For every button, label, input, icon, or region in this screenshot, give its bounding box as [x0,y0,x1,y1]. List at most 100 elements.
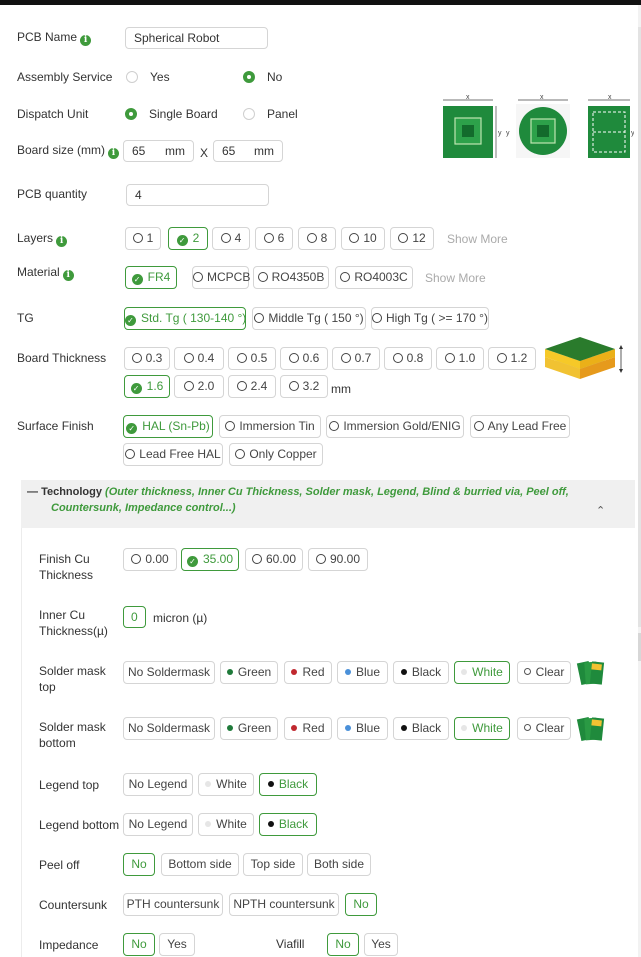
layers-option-8[interactable]: 8 [298,227,336,250]
finish-cu-option-60-00[interactable]: 60.00 [245,548,303,571]
tg-option-high-tg-170[interactable]: High Tg ( >= 170 °) [371,307,489,330]
inner-cu-label: Inner Cu Thickness(µ) [39,608,108,638]
assembly-yes-radio[interactable]: Yes [126,70,170,84]
option-label: White [216,817,247,831]
inner-cu-input[interactable]: 0 [123,606,146,628]
countersunk-option-npth-countersunk[interactable]: NPTH countersunk [229,893,339,916]
finish-option-immersion-tin[interactable]: Immersion Tin [219,415,321,438]
option-label: No [335,937,351,951]
assembly-no-radio[interactable]: No [243,70,282,84]
viafill-option-yes[interactable]: Yes [364,933,398,956]
thickness-option-2-0[interactable]: 2.0 [174,375,224,398]
finish-option-lead-free-hal[interactable]: Lead Free HAL [123,443,223,466]
tg-option-std-tg-130-140[interactable]: ✓ Std. Tg ( 130-140 °) [124,307,246,330]
mask-bottom-option-blue[interactable]: Blue [337,717,388,740]
finish-option-immersion-gold-enig[interactable]: Immersion Gold/ENIG [326,415,464,438]
legend-top-option-black[interactable]: Black [259,773,317,796]
layers-show-more[interactable]: Show More [447,232,508,246]
mask-top-option-clear[interactable]: Clear [517,661,571,684]
material-option-ro4003c[interactable]: RO4003C [335,266,413,289]
info-icon[interactable]: i [62,270,74,281]
legend-top-option-white[interactable]: White [198,773,254,796]
viafill-label: Viafill [276,937,305,951]
thickness-option-0-5[interactable]: 0.5 [228,347,276,370]
pcb-name-input[interactable]: Spherical Robot [125,27,268,49]
thickness-option-0-7[interactable]: 0.7 [332,347,380,370]
dispatch-panel-radio[interactable]: Panel [243,107,298,121]
viafill-option-no[interactable]: No [327,933,359,956]
mask-top-option-no-soldermask[interactable]: No Soldermask [123,661,215,684]
thickness-option-1-0[interactable]: 1.0 [436,347,484,370]
thickness-option-3-2[interactable]: 3.2 [280,375,328,398]
peel-option-top-side[interactable]: Top side [243,853,303,876]
legend-top-option-no-legend[interactable]: No Legend [123,773,193,796]
layers-option-12[interactable]: 12 [390,227,434,250]
quantity-label: PCB quantity [17,187,88,201]
countersunk-option-pth-countersunk[interactable]: PTH countersunk [123,893,223,916]
mask-bottom-option-black[interactable]: Black [393,717,449,740]
finish-cu-option-90-00[interactable]: 90.00 [308,548,368,571]
option-label: HAL (Sn-Pb) [142,419,210,433]
finish-option-only-copper[interactable]: Only Copper [229,443,323,466]
dispatch-single-radio[interactable]: Single Board [125,107,218,121]
option-label: No Soldermask [127,721,211,735]
technology-title[interactable]: — Technology (Outer thickness, Inner Cu … [27,484,611,516]
thickness-option-2-4[interactable]: 2.4 [228,375,276,398]
check-circle-icon: ✓ [186,556,198,567]
mask-top-option-red[interactable]: Red [284,661,332,684]
layers-option-6[interactable]: 6 [255,227,293,250]
peel-option-both-side[interactable]: Both side [307,853,371,876]
info-icon[interactable]: i [80,35,92,46]
legend-bottom-option-no-legend[interactable]: No Legend [123,813,193,836]
material-option-mcpcb[interactable]: MCPCB [192,266,250,289]
radio-circle-icon [132,233,143,243]
option-label: 2.4 [250,379,268,393]
mask-bottom-option-no-soldermask[interactable]: No Soldermask [123,717,215,740]
mask-bottom-option-green[interactable]: Green [220,717,278,740]
legend-bottom-option-white[interactable]: White [198,813,254,836]
legend-top-label: Legend top [39,778,100,792]
thickness-option-1-6[interactable]: ✓ 1.6 [124,375,170,398]
thickness-option-0-3[interactable]: 0.3 [124,347,170,370]
finish-cu-option-35-00[interactable]: ✓ 35.00 [181,548,239,571]
chevron-up-icon[interactable]: ⌃ [596,504,605,517]
peel-option-no[interactable]: No [123,853,155,876]
board-size-x-input[interactable]: 65 mm [123,140,194,162]
check-circle-icon: ✓ [125,315,136,326]
mask-top-option-white[interactable]: White [454,661,510,684]
impedance-option-no[interactable]: No [123,933,155,956]
material-option-fr4[interactable]: ✓ FR4 [125,266,177,289]
red-color-dot-icon [291,725,298,731]
quantity-input[interactable]: 4 [126,184,269,206]
thickness-option-0-8[interactable]: 0.8 [384,347,432,370]
board-size-y-input[interactable]: 65 mm [213,140,283,162]
impedance-option-yes[interactable]: Yes [159,933,195,956]
layers-option-1[interactable]: 1 [125,227,161,250]
material-option-ro4350b[interactable]: RO4350B [253,266,329,289]
mask-bottom-option-white[interactable]: White [454,717,510,740]
layers-option-4[interactable]: 4 [212,227,250,250]
radio-circle-icon [340,353,351,363]
finish-option-any-lead-free[interactable]: Any Lead Free [470,415,570,438]
info-icon[interactable]: i [108,148,120,159]
svg-text:y: y [506,130,510,137]
mask-bottom-option-red[interactable]: Red [284,717,332,740]
peel-option-bottom-side[interactable]: Bottom side [161,853,239,876]
countersunk-option-no[interactable]: No [345,893,377,916]
mask-top-option-green[interactable]: Green [220,661,278,684]
tg-option-middle-tg-150[interactable]: Middle Tg ( 150 °) [252,307,366,330]
option-label: Black [411,665,442,679]
finish-option-hal-sn-pb[interactable]: ✓ HAL (Sn-Pb) [123,415,213,438]
legend-bottom-option-black[interactable]: Black [259,813,317,836]
mask-top-option-blue[interactable]: Blue [337,661,388,684]
mask-bottom-option-clear[interactable]: Clear [517,717,571,740]
thickness-option-1-2[interactable]: 1.2 [488,347,536,370]
layers-option-10[interactable]: 10 [341,227,385,250]
thickness-option-0-6[interactable]: 0.6 [280,347,328,370]
mask-top-option-black[interactable]: Black [393,661,449,684]
material-show-more[interactable]: Show More [425,271,486,285]
thickness-option-0-4[interactable]: 0.4 [174,347,224,370]
info-icon[interactable]: i [56,236,68,247]
finish-cu-option-0-00[interactable]: 0.00 [123,548,177,571]
layers-option-2[interactable]: ✓ 2 [168,227,208,250]
